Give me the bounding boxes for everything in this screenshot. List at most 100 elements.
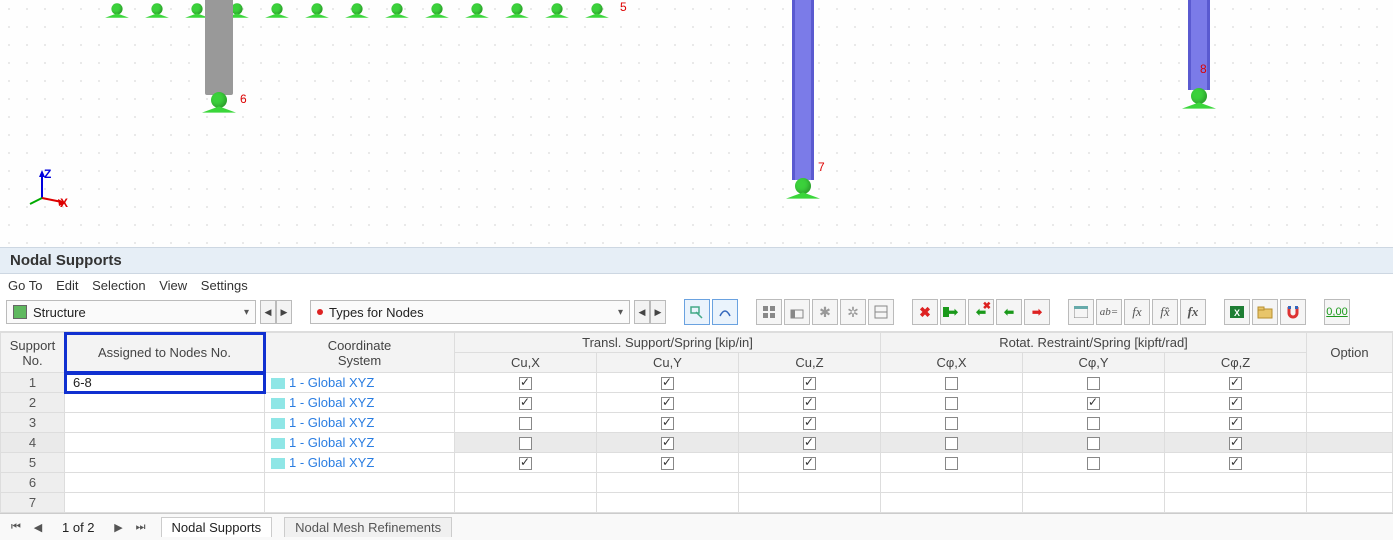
cell-option[interactable]: [1307, 453, 1393, 473]
cell-option[interactable]: [1307, 373, 1393, 393]
checkbox[interactable]: [1087, 437, 1100, 450]
col-cphz[interactable]: Cφ,Z: [1165, 353, 1307, 373]
checkbox[interactable]: [1229, 397, 1242, 410]
grid-4-button[interactable]: ✲: [840, 299, 866, 325]
cell-rotat[interactable]: [1023, 373, 1165, 393]
checkbox[interactable]: [945, 457, 958, 470]
checkbox[interactable]: [1229, 377, 1242, 390]
cell-rotat[interactable]: [1165, 373, 1307, 393]
cell-transl[interactable]: [597, 453, 739, 473]
fx-1-button[interactable]: fx: [1124, 299, 1150, 325]
cell-transl[interactable]: [455, 493, 597, 513]
checkbox[interactable]: [803, 377, 816, 390]
table-row[interactable]: 16-81 - Global XYZ: [1, 373, 1393, 393]
grid-3-button[interactable]: ✱: [812, 299, 838, 325]
table-row[interactable]: 21 - Global XYZ: [1, 393, 1393, 413]
supports-table[interactable]: Support No. Assigned to Nodes No. Coordi…: [0, 332, 1393, 513]
grid-5-button[interactable]: [868, 299, 894, 325]
menu-goto[interactable]: Go To: [8, 278, 42, 293]
checkbox[interactable]: [519, 417, 532, 430]
cell-rotat[interactable]: [1165, 433, 1307, 453]
cell-assigned[interactable]: [65, 473, 265, 493]
cell-assigned[interactable]: 6-8: [65, 373, 265, 393]
cell-transl[interactable]: [455, 373, 597, 393]
col-cuy[interactable]: Cu,Y: [597, 353, 739, 373]
ab-button[interactable]: ab=: [1096, 299, 1122, 325]
cell-rotat[interactable]: [1023, 393, 1165, 413]
pick-member-button[interactable]: [684, 299, 710, 325]
cell-option[interactable]: [1307, 493, 1393, 513]
page-last-button[interactable]: ⏭: [133, 519, 149, 535]
cell-transl[interactable]: [597, 493, 739, 513]
col-assigned[interactable]: Assigned to Nodes No.: [65, 333, 265, 373]
checkbox[interactable]: [519, 397, 532, 410]
cell-transl[interactable]: [455, 473, 597, 493]
cell-transl[interactable]: [739, 393, 881, 413]
checkbox[interactable]: [519, 377, 532, 390]
tab-nodal-supports[interactable]: Nodal Supports: [161, 517, 273, 537]
checkbox[interactable]: [661, 457, 674, 470]
cell-assigned[interactable]: [65, 393, 265, 413]
cell-coord[interactable]: [265, 493, 455, 513]
checkbox[interactable]: [803, 457, 816, 470]
cell-transl[interactable]: [597, 373, 739, 393]
cell-rotat[interactable]: [1165, 493, 1307, 513]
cell-rotat[interactable]: [1023, 413, 1165, 433]
table-row[interactable]: 31 - Global XYZ: [1, 413, 1393, 433]
cell-rotat[interactable]: [881, 373, 1023, 393]
cell-transl[interactable]: [739, 373, 881, 393]
checkbox[interactable]: [519, 457, 532, 470]
cell-transl[interactable]: [597, 433, 739, 453]
cell-transl[interactable]: [455, 433, 597, 453]
menu-settings[interactable]: Settings: [201, 278, 248, 293]
cell-coord[interactable]: [265, 473, 455, 493]
col-cphy[interactable]: Cφ,Y: [1023, 353, 1165, 373]
page-first-button[interactable]: ⏮: [8, 519, 24, 535]
table-row[interactable]: 7: [1, 493, 1393, 513]
cell-assigned[interactable]: [65, 493, 265, 513]
grid-1-button[interactable]: [756, 299, 782, 325]
cell-transl[interactable]: [455, 393, 597, 413]
cell-rotat[interactable]: [1023, 453, 1165, 473]
col-group-rotat[interactable]: Rotat. Restraint/Spring [kipft/rad]: [881, 333, 1307, 353]
checkbox[interactable]: [1229, 417, 1242, 430]
checkbox[interactable]: [1087, 417, 1100, 430]
checkbox[interactable]: [945, 397, 958, 410]
menu-edit[interactable]: Edit: [56, 278, 78, 293]
checkbox[interactable]: [661, 397, 674, 410]
types-prev-button[interactable]: ◀: [634, 300, 650, 324]
pick-node-button[interactable]: [712, 299, 738, 325]
col-support-no[interactable]: Support No.: [1, 333, 65, 373]
cell-rotat[interactable]: [881, 413, 1023, 433]
col-cuz[interactable]: Cu,Z: [739, 353, 881, 373]
cell-rotat[interactable]: [1165, 393, 1307, 413]
cell-transl[interactable]: [739, 473, 881, 493]
export-delete-button[interactable]: ✖⬅: [968, 299, 994, 325]
checkbox[interactable]: [945, 377, 958, 390]
cell-transl[interactable]: [455, 453, 597, 473]
table-row[interactable]: 41 - Global XYZ: [1, 433, 1393, 453]
grid-2-button[interactable]: [784, 299, 810, 325]
col-cphx[interactable]: Cφ,X: [881, 353, 1023, 373]
cell-rotat[interactable]: [1023, 433, 1165, 453]
move-left-button[interactable]: ⬅: [996, 299, 1022, 325]
cell-transl[interactable]: [739, 453, 881, 473]
decimal-button[interactable]: 0,00: [1324, 299, 1350, 325]
checkbox[interactable]: [803, 437, 816, 450]
move-right-button[interactable]: ➡: [1024, 299, 1050, 325]
model-viewport[interactable]: 5 6 7 8 ZX: [0, 0, 1393, 247]
import-button[interactable]: ➡: [940, 299, 966, 325]
structure-next-button[interactable]: ▶: [276, 300, 292, 324]
cell-option[interactable]: [1307, 413, 1393, 433]
checkbox[interactable]: [661, 437, 674, 450]
cell-coord[interactable]: 1 - Global XYZ: [265, 433, 455, 453]
cell-rotat[interactable]: [1165, 473, 1307, 493]
tab-nodal-mesh[interactable]: Nodal Mesh Refinements: [284, 517, 452, 537]
cell-rotat[interactable]: [1165, 453, 1307, 473]
cell-rotat[interactable]: [881, 433, 1023, 453]
page-prev-button[interactable]: ◀: [30, 519, 46, 535]
cell-transl[interactable]: [455, 413, 597, 433]
checkbox[interactable]: [1087, 457, 1100, 470]
checkbox[interactable]: [519, 437, 532, 450]
cell-rotat[interactable]: [881, 473, 1023, 493]
